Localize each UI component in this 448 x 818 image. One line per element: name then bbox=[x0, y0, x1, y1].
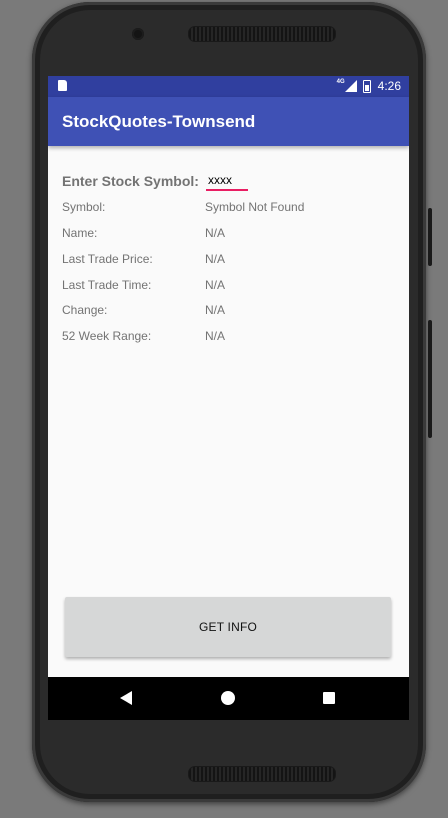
status-indicators: 4G 4:26 bbox=[337, 79, 401, 93]
back-icon[interactable] bbox=[120, 691, 132, 705]
change-value: N/A bbox=[205, 303, 226, 317]
name-label: Name: bbox=[62, 226, 98, 240]
enter-symbol-label: Enter Stock Symbol: bbox=[62, 173, 199, 189]
last-trade-price-value: N/A bbox=[205, 252, 226, 266]
recents-icon[interactable] bbox=[323, 692, 335, 704]
home-icon[interactable] bbox=[221, 691, 235, 705]
power-button bbox=[428, 320, 432, 438]
signal-icon bbox=[344, 80, 357, 92]
last-trade-price-label: Last Trade Price: bbox=[62, 252, 153, 266]
sd-card-icon bbox=[58, 80, 67, 91]
navigation-bar bbox=[48, 677, 409, 720]
change-label: Change: bbox=[62, 303, 108, 317]
status-time: 4:26 bbox=[377, 79, 401, 93]
symbol-label: Symbol: bbox=[62, 200, 106, 214]
volume-button bbox=[428, 208, 432, 266]
app-bar: StockQuotes-Townsend bbox=[48, 97, 409, 146]
week-range-value: N/A bbox=[205, 329, 226, 343]
main-content: Enter Stock Symbol: Symbol: Symbol Not F… bbox=[48, 146, 409, 676]
name-value: N/A bbox=[205, 226, 226, 240]
symbol-value: Symbol Not Found bbox=[205, 200, 305, 214]
week-range-label: 52 Week Range: bbox=[62, 329, 152, 343]
last-trade-time-label: Last Trade Time: bbox=[62, 278, 152, 292]
top-speaker bbox=[188, 26, 336, 42]
app-title: StockQuotes-Townsend bbox=[62, 112, 256, 131]
status-bar: 4G 4:26 bbox=[48, 76, 409, 97]
device-screen: 4G 4:26 StockQuotes-Townsend Enter Stock… bbox=[48, 76, 409, 720]
get-info-button[interactable]: GET INFO bbox=[65, 597, 391, 657]
front-camera bbox=[132, 28, 144, 40]
network-type: 4G bbox=[336, 79, 345, 85]
bottom-speaker bbox=[188, 766, 336, 782]
last-trade-time-value: N/A bbox=[205, 278, 226, 292]
stock-symbol-input[interactable] bbox=[206, 171, 248, 191]
battery-icon bbox=[362, 79, 371, 93]
